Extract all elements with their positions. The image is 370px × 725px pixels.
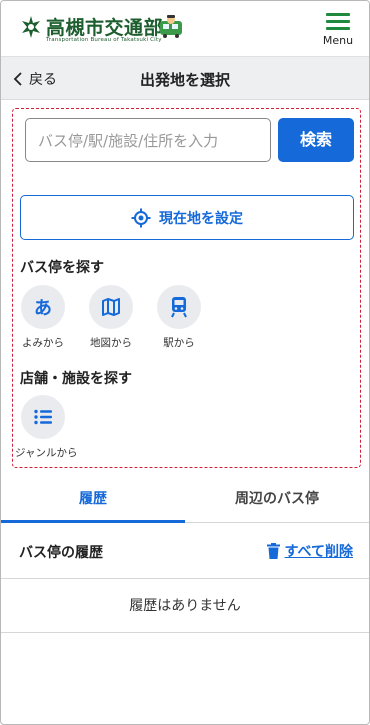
app-frame: 高槻市交通部 Transportation Bureau of Takatsuk…	[0, 0, 370, 725]
bus-stop-section-title: バス停を探す	[20, 260, 104, 276]
search-by-station-label: 駅から	[163, 337, 195, 349]
bus-mascot-icon	[160, 15, 182, 38]
menu-label: Menu	[322, 34, 354, 47]
set-current-location-label: 現在地を設定	[159, 210, 243, 227]
hiragana-a-icon: あ	[21, 285, 65, 329]
menu-button[interactable]: Menu	[321, 13, 355, 51]
search-by-map-button[interactable]: 地図から	[83, 285, 139, 350]
site-logo[interactable]: 高槻市交通部 Transportation Bureau of Takatsuk…	[19, 11, 219, 47]
navigation-bar: 戻る 出発地を選択	[1, 56, 369, 100]
tab-bar: 履歴 周辺のバス停	[1, 477, 369, 523]
tab-nearby-bus-stops[interactable]: 周辺のバス停	[185, 477, 369, 523]
train-icon	[157, 285, 201, 329]
set-current-location-button[interactable]: 現在地を設定	[20, 195, 354, 240]
header: 高槻市交通部 Transportation Bureau of Takatsuk…	[1, 1, 369, 56]
search-by-reading-label: よみから	[22, 337, 64, 349]
history-empty-message: 履歴はありません	[1, 579, 369, 633]
hamburger-icon	[321, 13, 355, 30]
tab-history[interactable]: 履歴	[1, 477, 185, 523]
map-icon	[89, 285, 133, 329]
search-by-reading-button[interactable]: あ よみから	[15, 285, 71, 350]
search-by-genre-label: ジャンルから	[15, 447, 78, 459]
trash-icon	[266, 543, 280, 559]
list-icon	[21, 395, 65, 439]
history-header: バス停の履歴 すべて削除	[1, 523, 369, 579]
history-title: バス停の履歴	[19, 545, 103, 561]
page-title: 出発地を選択	[139, 71, 230, 89]
search-by-station-button[interactable]: 駅から	[151, 285, 207, 350]
search-input[interactable]: バス停/駅/施設/住所を入力	[25, 118, 271, 162]
logo-subtitle: Transportation Bureau of Takatsuki City	[46, 37, 162, 43]
search-button[interactable]: 検索	[278, 118, 354, 162]
search-panel: バス停/駅/施設/住所を入力 検索 現在地を設定 バス停を探す あ よみから 地…	[12, 108, 361, 468]
facility-section-title: 店舗・施設を探す	[20, 371, 132, 387]
delete-all-button[interactable]: すべて削除	[266, 541, 353, 561]
crosshair-location-icon	[131, 208, 151, 227]
search-by-map-label: 地図から	[90, 337, 132, 349]
search-by-genre-button[interactable]: ジャンルから	[15, 395, 78, 460]
logo-title: 高槻市交通部	[46, 17, 164, 39]
delete-all-label: すべて削除	[284, 544, 353, 560]
city-emblem-icon	[22, 16, 40, 38]
